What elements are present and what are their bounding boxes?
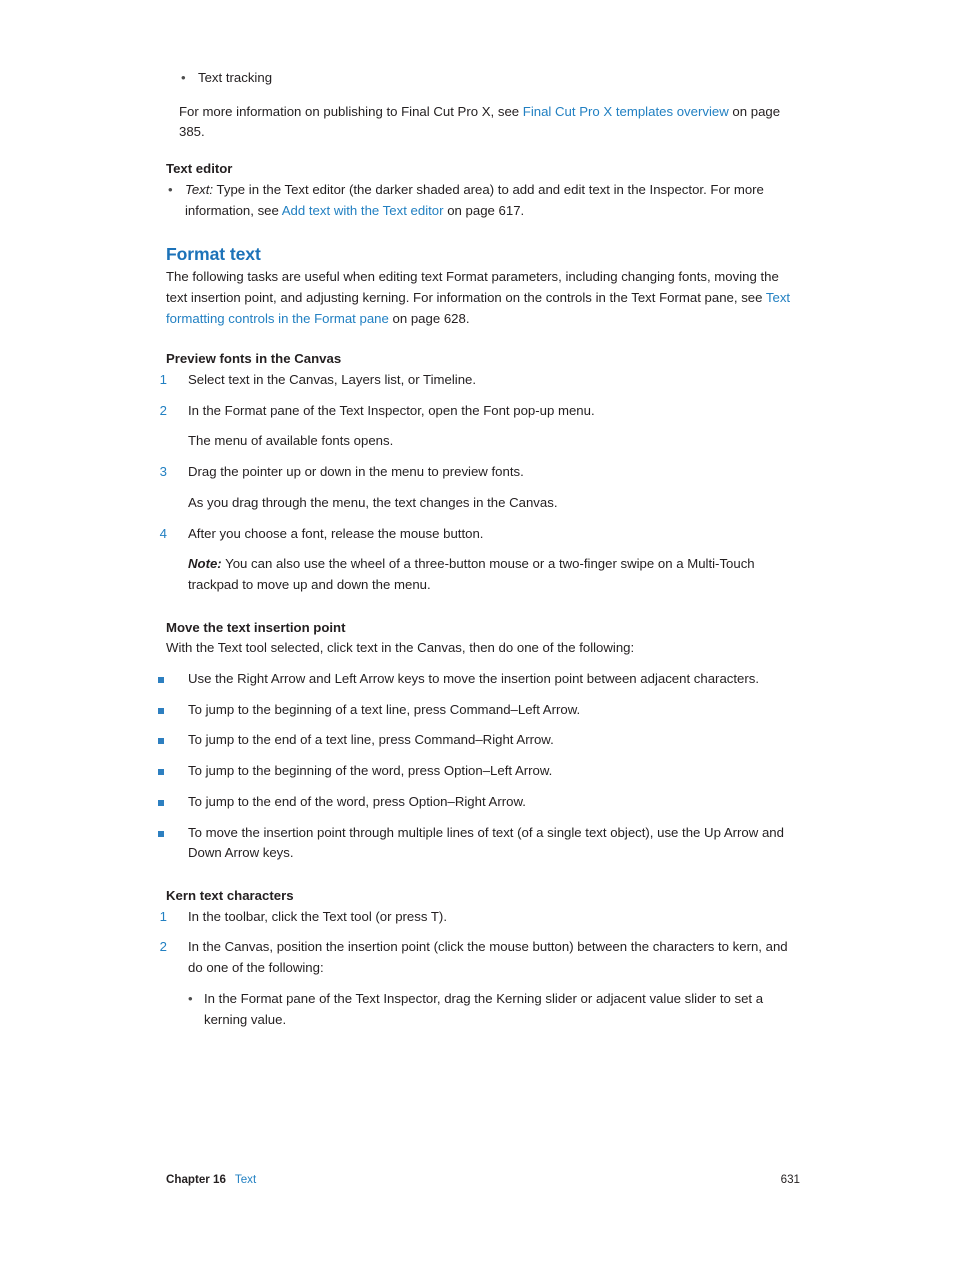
step-number: 1 [159, 908, 167, 924]
footer-chapter: Chapter 16 Text [166, 1172, 256, 1188]
step-text: In the Canvas, position the insertion po… [188, 939, 788, 976]
note-label: Note: [188, 556, 222, 572]
square-bullet-icon [158, 799, 164, 806]
intro-text-before: For more information on publishing to Fi… [179, 103, 523, 119]
list-item-label: To jump to the beginning of a text line,… [188, 701, 581, 717]
document-page: • Text tracking For more information on … [0, 0, 954, 1265]
format-text-paragraph: The following tasks are useful when edit… [166, 267, 792, 329]
footer-chapter-link[interactable]: Text [235, 1172, 256, 1188]
list-item-label: To jump to the beginning of the word, pr… [188, 763, 553, 779]
dot-bullet-icon: • [181, 70, 186, 85]
list-item: To move the insertion point through mult… [158, 823, 792, 864]
footer-page-number: 631 [780, 1173, 800, 1186]
step-number: 2 [159, 402, 167, 418]
list-item: To jump to the beginning of the word, pr… [158, 761, 792, 782]
subheading-preview-fonts: Preview fonts in the Canvas [166, 351, 342, 367]
list-item: To jump to the end of a text line, press… [158, 730, 792, 751]
link-final-cut-pro-templates-overview[interactable]: Final Cut Pro X templates overview [523, 104, 729, 119]
list-item: To jump to the beginning of a text line,… [158, 700, 792, 721]
list-item: • Text: Type in the Text editor (the dar… [166, 180, 792, 221]
move-insertion-intro: With the Text tool selected, click text … [166, 640, 635, 656]
step-text: Drag the pointer up or down in the menu … [188, 464, 524, 480]
subheading-move-insertion-point: Move the text insertion point [166, 619, 346, 635]
footer-chapter-label: Chapter 16 [166, 1173, 226, 1186]
list-item: • Text tracking [179, 68, 792, 89]
list-item-text-after: on page 617. [443, 202, 525, 218]
step-text: Select text in the Canvas, Layers list, … [188, 372, 477, 388]
square-bullet-icon [158, 677, 164, 684]
note-text: You can also use the wheel of a three-bu… [188, 556, 755, 592]
list-item: • In the Format pane of the Text Inspect… [166, 989, 792, 1030]
square-bullet-icon [158, 707, 164, 714]
step-number: 3 [159, 464, 167, 480]
step-number: 1 [159, 372, 167, 388]
page-content: • Text tracking For more information on … [158, 68, 792, 1030]
format-text-after: on page 628. [388, 310, 470, 326]
square-bullet-icon [158, 738, 164, 745]
list-item-label: To jump to the end of a text line, press… [188, 732, 554, 748]
subheading-kern-text-characters: Kern text characters [166, 887, 294, 903]
square-bullet-icon [158, 769, 164, 776]
page-footer: Chapter 16 Text 631 [166, 1172, 800, 1188]
dot-bullet-icon: • [188, 990, 193, 1006]
step-text: After you choose a font, release the mou… [188, 525, 484, 541]
term-text: Text: [185, 181, 214, 197]
intro-paragraph: For more information on publishing to Fi… [179, 102, 792, 143]
step-result-text: The menu of available fonts opens. [188, 433, 394, 449]
square-bullet-icon [158, 830, 164, 837]
note-block: Note: You can also use the wheel of a th… [166, 554, 792, 595]
list-item-label: Text tracking [198, 70, 273, 85]
step-text: In the toolbar, click the Text tool (or … [188, 908, 447, 924]
subheading-text-editor: Text editor [166, 161, 233, 177]
list-item-label: In the Format pane of the Text Inspector… [204, 990, 764, 1027]
list-item-label: Use the Right Arrow and Left Arrow keys … [188, 671, 760, 687]
format-text-before: The following tasks are useful when edit… [166, 269, 779, 305]
step-result-text: As you drag through the menu, the text c… [188, 494, 558, 510]
numbered-step: 4 After you choose a font, release the m… [160, 524, 792, 545]
numbered-step: 2 In the Format pane of the Text Inspect… [160, 401, 792, 422]
dot-bullet-icon: • [168, 181, 173, 197]
step-number: 4 [159, 525, 167, 541]
numbered-step: 1 In the toolbar, click the Text tool (o… [160, 907, 792, 928]
link-add-text-with-the-text-editor[interactable]: Add text with the Text editor [282, 203, 444, 218]
numbered-step: 3 Drag the pointer up or down in the men… [160, 462, 792, 483]
list-item-label: To move the insertion point through mult… [188, 824, 784, 861]
numbered-step: 2 In the Canvas, position the insertion … [160, 937, 792, 978]
step-text: In the Format pane of the Text Inspector… [188, 402, 595, 418]
section-heading-format-text: Format text [166, 244, 261, 265]
step-number: 2 [159, 939, 167, 955]
numbered-step: 1 Select text in the Canvas, Layers list… [160, 370, 792, 391]
list-item-label: To jump to the end of the word, press Op… [188, 793, 526, 809]
list-item: To jump to the end of the word, press Op… [158, 792, 792, 813]
list-item: Use the Right Arrow and Left Arrow keys … [158, 669, 792, 690]
